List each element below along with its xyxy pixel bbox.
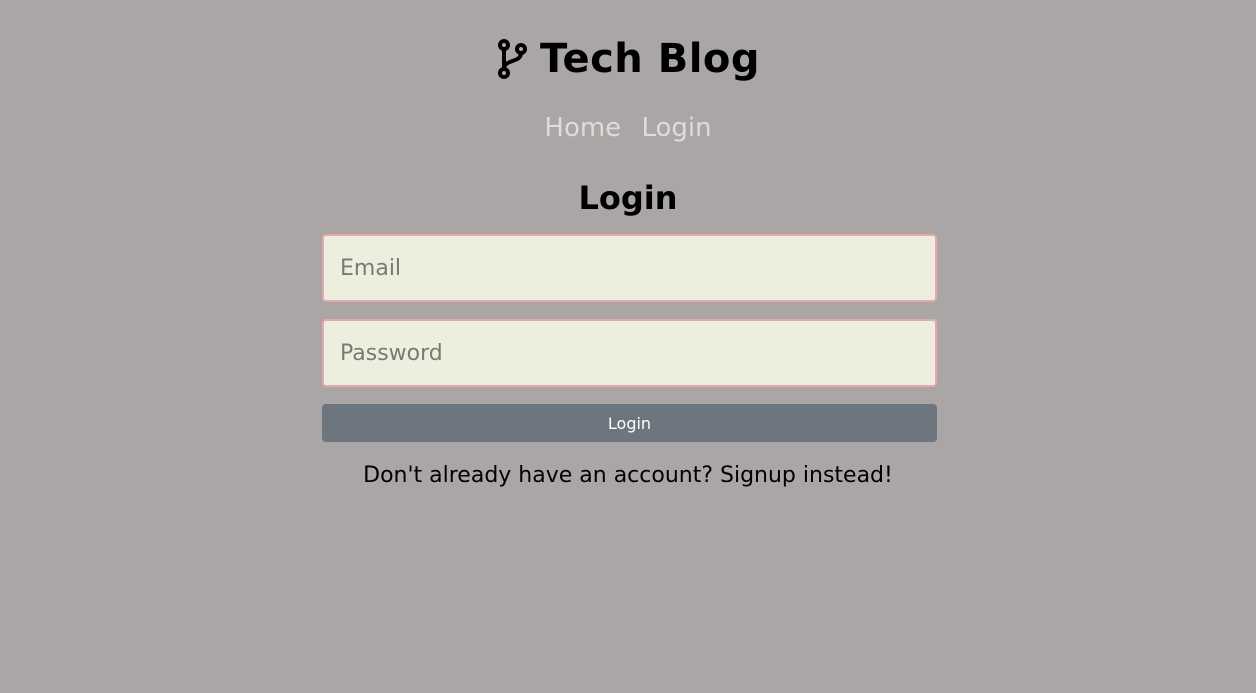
email-field[interactable]	[322, 234, 937, 302]
password-field[interactable]	[322, 319, 937, 387]
main-nav: Home Login	[0, 108, 1256, 148]
login-form: Login	[322, 234, 937, 442]
signup-link[interactable]: Don't already have an account? Signup in…	[0, 460, 1256, 492]
brand: Tech Blog	[496, 34, 760, 84]
site-header: Tech Blog	[0, 34, 1256, 84]
login-button[interactable]: Login	[322, 404, 937, 442]
site-title: Tech Blog	[539, 36, 761, 82]
nav-login-link[interactable]: Login	[641, 113, 711, 143]
git-branch-icon	[496, 39, 528, 79]
nav-home-link[interactable]: Home	[544, 113, 621, 143]
page-title: Login	[578, 179, 678, 217]
